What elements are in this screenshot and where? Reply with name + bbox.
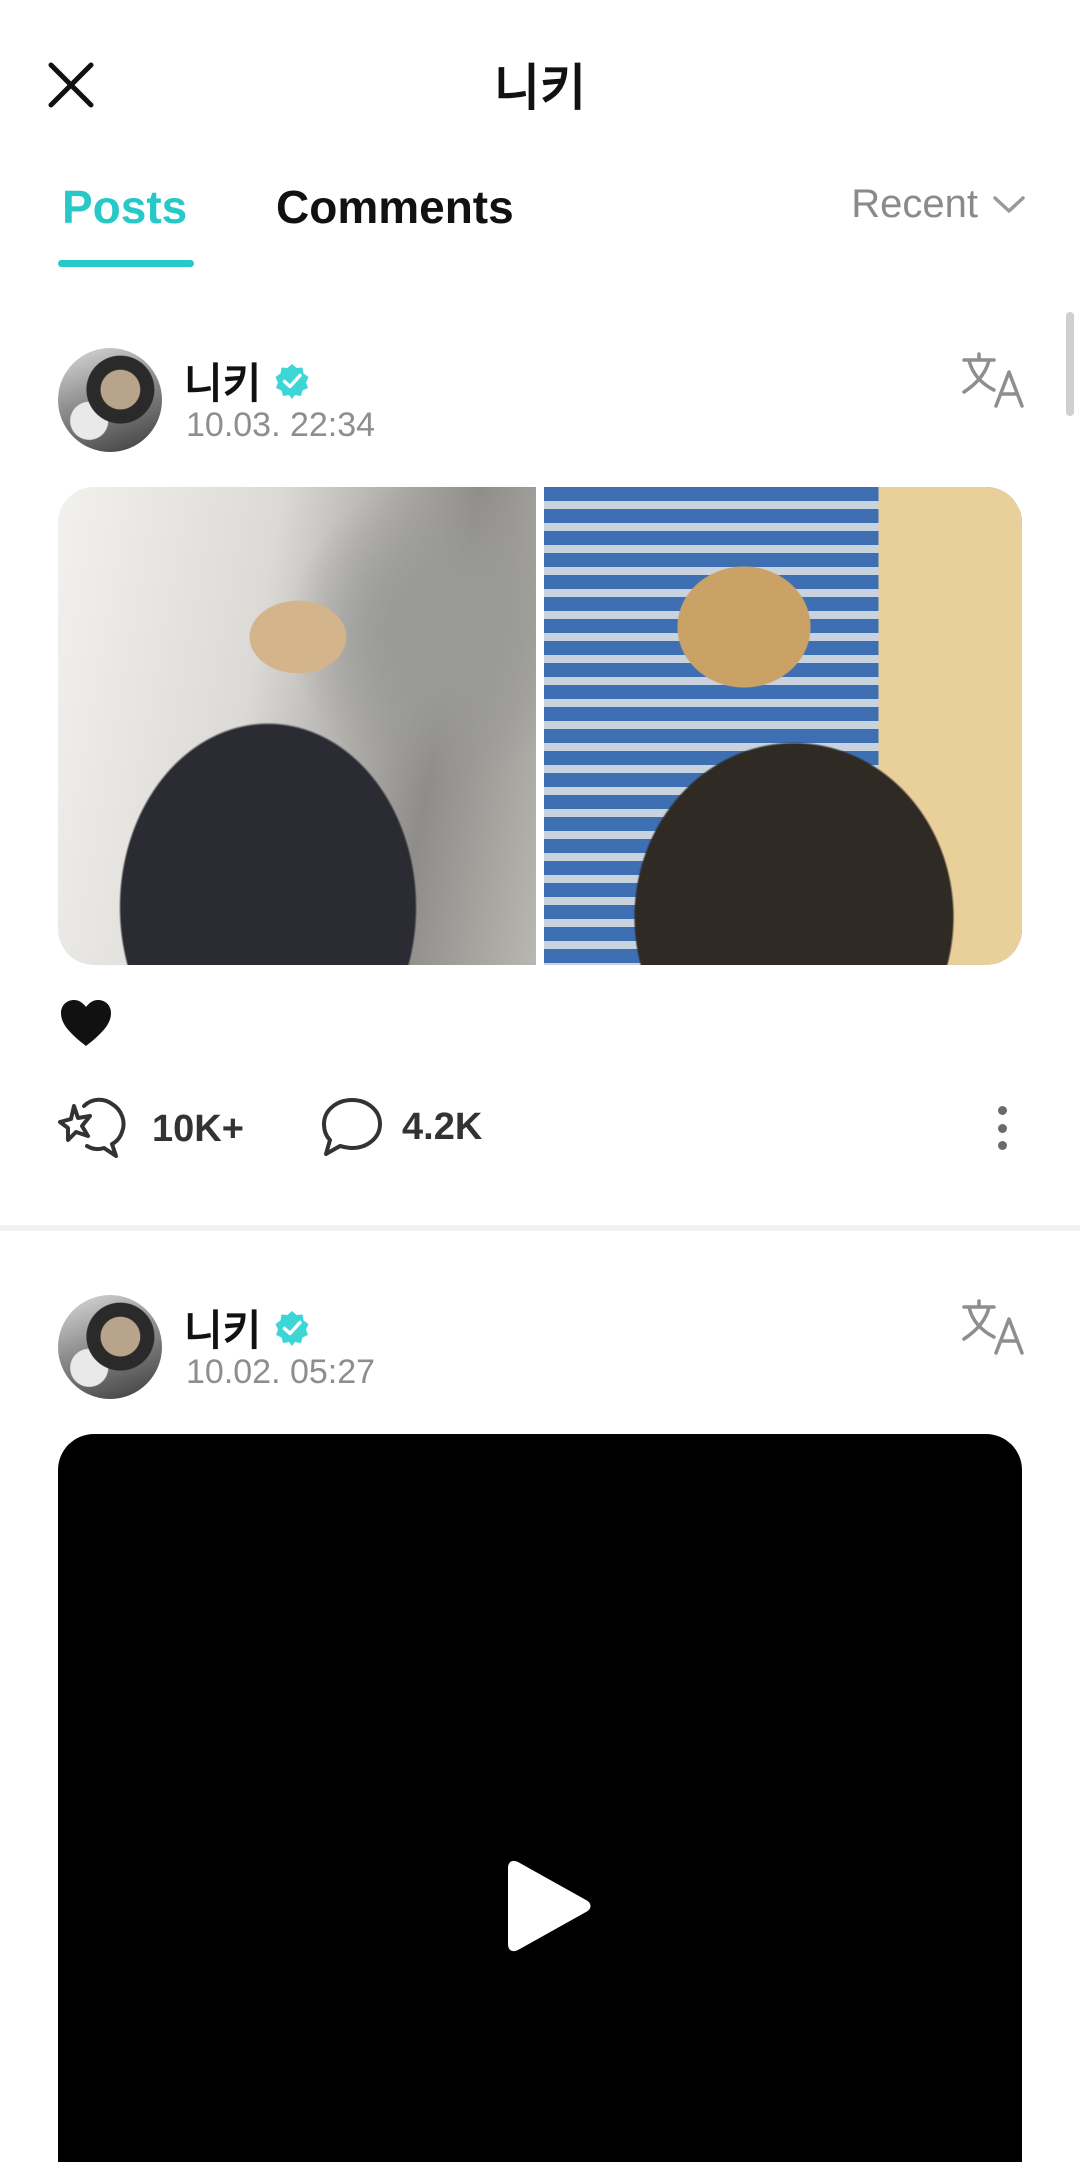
- chevron-down-icon: [993, 195, 1025, 213]
- dot-icon: [997, 1106, 1007, 1115]
- video-player[interactable]: [58, 1434, 1022, 2162]
- tab-posts[interactable]: Posts: [62, 180, 187, 234]
- translate-icon: [962, 1299, 1024, 1355]
- dot-icon: [997, 1141, 1007, 1150]
- avatar[interactable]: [58, 348, 162, 452]
- dot-icon: [997, 1123, 1007, 1133]
- post-actions: 10K+ 4.2K: [58, 1096, 1022, 1166]
- post-photo[interactable]: [58, 487, 536, 965]
- post-divider: [0, 1225, 1080, 1231]
- like-button[interactable]: 10K+: [58, 1096, 244, 1162]
- post-timestamp: 10.02. 05:27: [186, 1353, 376, 1391]
- comment-count: 4.2K: [402, 1105, 483, 1148]
- fan-posts-screen: 니키 Posts Comments Recent 니키 10.03. 22:34: [0, 0, 1080, 2162]
- author-name[interactable]: 니키: [184, 1297, 261, 1358]
- avatar[interactable]: [58, 1295, 162, 1399]
- translate-icon: [962, 352, 1024, 408]
- tab-bar: Posts Comments Recent: [0, 170, 1080, 280]
- sort-dropdown[interactable]: Recent: [851, 182, 1026, 227]
- comment-button[interactable]: 4.2K: [320, 1096, 482, 1158]
- page-title: 니키: [494, 60, 586, 116]
- post-photo[interactable]: [544, 487, 1022, 965]
- scrollbar[interactable]: [1066, 312, 1074, 416]
- play-icon[interactable]: [504, 1854, 594, 1958]
- black-heart-icon: [58, 996, 114, 1052]
- tab-comments[interactable]: Comments: [276, 180, 514, 234]
- more-options-button[interactable]: [982, 1098, 1022, 1158]
- translate-button[interactable]: [960, 1297, 1026, 1357]
- sort-label: Recent: [851, 182, 978, 226]
- top-bar: 니키: [0, 0, 1080, 160]
- like-count: 10K+: [152, 1107, 244, 1150]
- photo-gallery[interactable]: [58, 487, 1022, 965]
- verified-badge-icon: [275, 1310, 309, 1346]
- comment-icon: [322, 1098, 382, 1156]
- author-name[interactable]: 니키: [184, 350, 261, 411]
- post-timestamp: 10.03. 22:34: [186, 406, 376, 444]
- active-tab-indicator: [58, 260, 194, 267]
- translate-button[interactable]: [960, 350, 1026, 410]
- author-row: 니키: [184, 1297, 311, 1358]
- verified-badge-icon: [275, 363, 309, 399]
- author-row: 니키: [184, 350, 311, 411]
- cheer-icon: [58, 1097, 126, 1158]
